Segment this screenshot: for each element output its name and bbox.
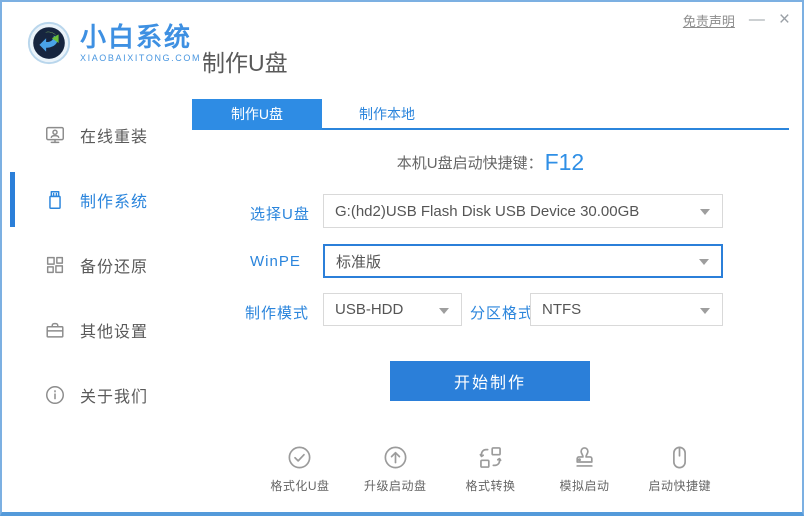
tool-label: 格式化U盘 [270,479,330,493]
tab-bar: 制作U盘 制作本地 [192,99,789,130]
tool-format-usb[interactable]: 格式化U盘 [270,444,330,494]
chevron-down-icon [699,259,709,265]
app-logo: 小白系统 XIAOBAIXITONG.COM [26,20,201,66]
usb-select-value: G:(hd2)USB Flash Disk USB Device 30.00GB [335,202,640,220]
mode-select-value: USB-HDD [335,301,404,318]
tool-boot-hotkey[interactable]: 启动快捷键 [649,444,712,494]
page-title: 制作U盘 [202,50,288,76]
sidebar-item-make-system[interactable]: 制作系统 [2,167,188,232]
mode-select-label: 制作模式 [245,305,310,322]
tool-label: 格式转换 [465,479,516,493]
tool-label: 启动快捷键 [648,479,712,493]
tab-make-local[interactable]: 制作本地 [322,99,452,130]
start-make-button[interactable]: 开始制作 [390,361,590,401]
chevron-down-icon [700,307,710,314]
sidebar-item-label: 其他设置 [80,323,149,341]
winpe-select-value: 标准版 [336,253,382,271]
tool-label: 升级启动盘 [363,479,427,493]
winpe-select-label: WinPE [250,253,301,270]
monitor-reinstall-icon [44,124,66,146]
app-window: 免责声明 — × 小白系统 XIAOBAIXITONG.COM 制作U盘 在线重… [0,0,804,516]
backup-restore-icon [44,254,66,276]
sidebar-item-label: 在线重装 [80,128,149,146]
tool-upgrade-boot-disk[interactable]: 升级启动盘 [364,444,427,494]
usb-drive-icon [44,189,66,211]
bottom-toolbar: 格式化U盘 升级启动盘 格式转换 模拟启动 启动快捷键 [192,444,789,494]
brand-name: 小白系统 [80,22,193,52]
partition-select[interactable]: NTFS [530,293,723,326]
titlebar-controls: 免责声明 — × [683,10,790,30]
active-indicator [10,172,15,227]
close-button[interactable]: × [779,10,790,30]
convert-icon [477,444,504,471]
sidebar-item-label: 备份还原 [80,258,149,276]
chevron-down-icon [439,307,449,314]
tool-format-convert[interactable]: 格式转换 [461,444,521,494]
brand-text: 小白系统 XIAOBAIXITONG.COM [80,23,201,63]
usb-select[interactable]: G:(hd2)USB Flash Disk USB Device 30.00GB [323,194,723,228]
tool-label: 模拟启动 [559,479,610,493]
arrow-up-circle-icon [382,444,409,471]
usb-select-label: 选择U盘 [250,206,310,223]
winpe-select[interactable]: 标准版 [323,244,723,278]
boot-hotkey-line: 本机U盘启动快捷键：F12 [192,149,789,176]
boot-hotkey-label: 本机U盘启动快捷键： [396,155,543,172]
mouse-icon [666,444,693,471]
tab-make-usb[interactable]: 制作U盘 [192,99,322,130]
tool-simulate-boot[interactable]: 模拟启动 [555,444,615,494]
chevron-down-icon [700,209,710,215]
brand-domain: XIAOBAIXITONG.COM [80,53,202,63]
stamp-icon [571,444,598,471]
disclaimer-link[interactable]: 免责声明 [683,11,735,30]
settings-case-icon [44,319,66,341]
sidebar-item-label: 制作系统 [80,193,149,211]
sidebar-item-backup-restore[interactable]: 备份还原 [2,232,188,297]
info-icon [44,384,66,406]
sync-sphere-logo-icon [27,21,71,65]
partition-select-label: 分区格式 [470,305,535,322]
sidebar-item-about-us[interactable]: 关于我们 [2,362,188,427]
sidebar-item-online-reinstall[interactable]: 在线重装 [2,102,188,167]
sidebar-item-label: 关于我们 [80,388,149,406]
mode-select[interactable]: USB-HDD [323,293,462,326]
sidebar: 在线重装 制作系统 备份还原 其他设置 关于我们 [2,102,188,427]
boot-hotkey-value: F12 [544,149,585,175]
check-circle-icon [286,444,313,471]
sidebar-item-other-settings[interactable]: 其他设置 [2,297,188,362]
partition-select-value: NTFS [542,301,582,318]
minimize-button[interactable]: — [749,10,765,30]
